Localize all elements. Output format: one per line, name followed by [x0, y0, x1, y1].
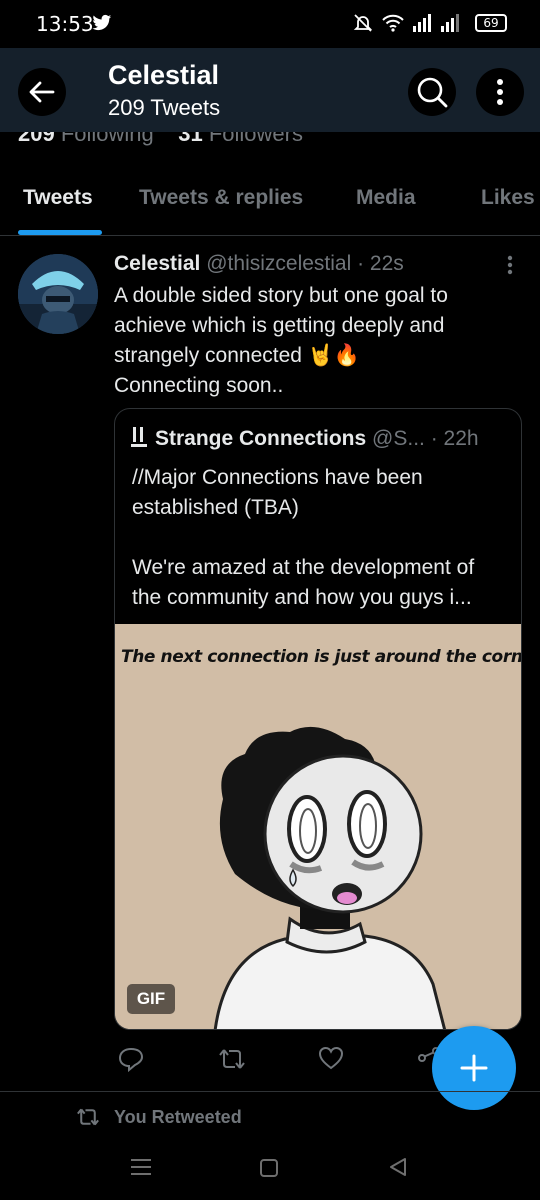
- strange-connections-logo-icon: [131, 427, 147, 447]
- quoted-author-handle: @S...: [372, 427, 425, 450]
- recent-apps-icon[interactable]: [131, 1158, 151, 1176]
- active-tab-indicator: [18, 230, 102, 235]
- retweet-icon[interactable]: [218, 1046, 246, 1072]
- retweet-small-icon: [77, 1108, 99, 1126]
- tab-tweets[interactable]: Tweets: [23, 186, 93, 210]
- quoted-tweet-card[interactable]: Strange Connections @S... · 22h //Major …: [114, 408, 522, 1030]
- quoted-text-line: //Major Connections have been: [132, 466, 423, 489]
- tab-tweets-replies[interactable]: Tweets & replies: [139, 186, 303, 210]
- quoted-author-name: Strange Connections: [155, 427, 367, 450]
- battery-indicator: 69: [475, 14, 507, 32]
- quoted-tweet-text: //Major Connections have been establishe…: [132, 463, 512, 613]
- quoted-text-line: We're amazed at the development of: [132, 556, 475, 579]
- quoted-text-line: established (TBA): [132, 496, 299, 519]
- back-button[interactable]: [18, 68, 66, 116]
- search-button[interactable]: [408, 68, 456, 116]
- avatar[interactable]: [18, 254, 98, 334]
- tweet-time: · 22s: [357, 252, 404, 275]
- like-heart-icon[interactable]: [318, 1046, 344, 1070]
- reply-icon[interactable]: [118, 1046, 144, 1072]
- compose-tweet-button[interactable]: [432, 1026, 516, 1110]
- system-navigation-bar: [0, 1136, 540, 1200]
- profile-tabs: Tweets Tweets & replies Media Likes: [0, 166, 540, 236]
- tweet-more-icon[interactable]: [500, 254, 520, 276]
- tweet-text-line: Connecting soon..: [114, 374, 284, 397]
- quoted-text-line: [132, 523, 512, 553]
- quoted-gif-media[interactable]: The next connection is just around the c…: [115, 624, 521, 1029]
- avatar-image: [18, 254, 98, 334]
- quoted-tweet-header: Strange Connections @S... · 22h: [131, 427, 479, 451]
- more-vertical-icon: [497, 79, 503, 105]
- wifi-icon: [382, 14, 404, 32]
- header-profile-name: Celestial: [108, 60, 220, 90]
- tab-media[interactable]: Media: [356, 186, 416, 210]
- profile-header: Celestial 209 Tweets: [0, 48, 540, 132]
- tweet-divider: [0, 1091, 540, 1092]
- status-time: 13:53: [36, 12, 94, 36]
- tweet-author-handle: @thisizcelestial: [206, 252, 352, 275]
- home-square-icon[interactable]: [260, 1159, 278, 1177]
- back-triangle-icon[interactable]: [388, 1157, 408, 1177]
- retweet-notice-text: You Retweeted: [114, 1106, 242, 1127]
- search-icon: [417, 77, 448, 108]
- tweet-text-line: A double sided story but one goal to: [114, 284, 448, 307]
- tweet-action-bar: [114, 1044, 444, 1078]
- tweet-text-line: achieve which is getting deeply and: [114, 314, 445, 337]
- twitter-bird-icon: [92, 14, 112, 31]
- mute-bell-icon: [353, 14, 373, 32]
- quoted-text-line: the community and how you guys i...: [132, 586, 472, 609]
- cartoon-character-illustration: [213, 726, 447, 1029]
- arrow-left-icon: [29, 81, 55, 103]
- tab-likes[interactable]: Likes: [481, 186, 535, 210]
- tweet-author-name[interactable]: Celestial: [114, 252, 200, 275]
- plus-icon: [460, 1054, 488, 1082]
- signal-icon-2: [441, 14, 459, 32]
- tweet-text: A double sided story but one goal to ach…: [114, 281, 524, 401]
- tweet-text-line: strangely connected 🤘🔥: [114, 344, 361, 367]
- signal-icon: [413, 14, 431, 32]
- gif-badge: GIF: [127, 984, 175, 1014]
- status-bar: 13:53 69: [0, 0, 540, 48]
- more-options-button[interactable]: [476, 68, 524, 116]
- retweet-notice: You Retweeted: [76, 1106, 242, 1128]
- tweet-header: Celestial @thisizcelestial · 22s: [114, 252, 404, 276]
- quoted-tweet-time: · 22h: [430, 427, 479, 450]
- header-tweet-count: 209 Tweets: [108, 95, 221, 120]
